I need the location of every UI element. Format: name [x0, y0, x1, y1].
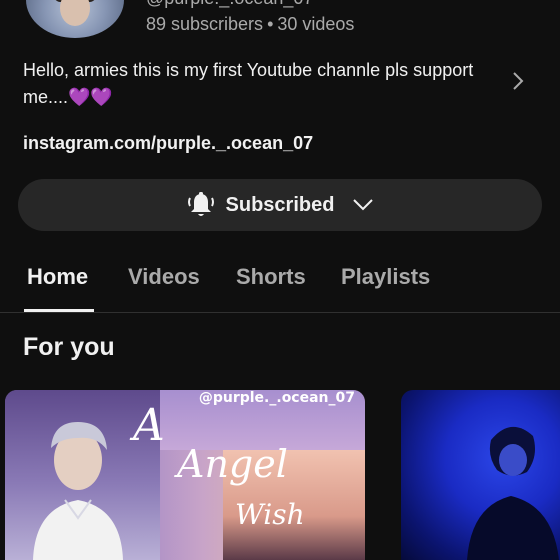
bell-icon	[187, 192, 214, 216]
tab-home[interactable]: Home	[27, 264, 88, 290]
thumbnail-title-angel: Angel	[177, 442, 288, 486]
channel-avatar[interactable]	[26, 0, 124, 38]
chevron-right-icon[interactable]	[510, 71, 526, 91]
chevron-down-icon	[353, 199, 374, 211]
subscribed-label: Subscribed	[225, 193, 335, 216]
thumbnail-title-wish: Wish	[235, 498, 305, 531]
video-thumbnail[interactable]	[401, 390, 560, 560]
channel-description[interactable]: Hello, armies this is my first Youtube c…	[23, 57, 493, 111]
video-thumbnail[interactable]: @purple._.ocean_07 A Angel Wish	[5, 390, 365, 560]
stats-separator: •	[267, 14, 274, 34]
thumbnail-title-a: A	[133, 400, 165, 451]
video-count: 30 videos	[277, 14, 355, 34]
tabs-divider	[0, 312, 560, 313]
thumbnail-watermark: @purple._.ocean_07	[198, 390, 355, 406]
channel-link[interactable]: instagram.com/purple._.ocean_07	[23, 133, 313, 154]
channel-stats: 89 subscribers • 30 videos	[146, 14, 354, 35]
tab-shorts[interactable]: Shorts	[236, 264, 306, 290]
person-image	[33, 422, 123, 560]
section-title: For you	[23, 333, 115, 361]
avatar-face	[60, 0, 90, 26]
channel-handle: @purple._.ocean_07	[146, 0, 313, 9]
tab-videos[interactable]: Videos	[128, 264, 200, 290]
subscriber-count: 89 subscribers	[146, 14, 264, 34]
tab-playlists[interactable]: Playlists	[341, 264, 430, 290]
subscribed-button[interactable]: Subscribed	[18, 179, 542, 231]
performer-image	[467, 426, 559, 560]
